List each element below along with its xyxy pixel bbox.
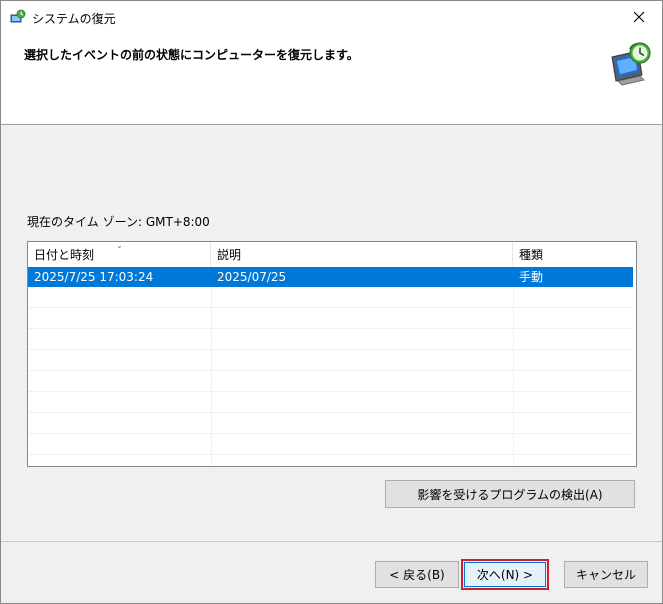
list-header: ⌄ 日付と時刻 説明 種類 xyxy=(28,242,636,266)
cell-type: 手動 xyxy=(519,270,544,284)
column-header-datetime[interactable]: ⌄ 日付と時刻 xyxy=(28,242,211,266)
footer-separator xyxy=(1,541,662,542)
close-icon xyxy=(633,11,645,23)
empty-row xyxy=(28,309,633,329)
scan-affected-programs-button[interactable]: 影響を受けるプログラムの検出(A) xyxy=(385,480,635,508)
close-button[interactable] xyxy=(616,1,662,33)
computer-restore-icon xyxy=(611,42,651,86)
empty-row xyxy=(28,372,633,392)
empty-row xyxy=(28,393,633,413)
column-header-label: 日付と時刻 xyxy=(34,248,95,262)
column-header-description[interactable]: 説明 xyxy=(211,242,513,266)
button-label: 次へ(N) > xyxy=(476,568,534,582)
window-title: システムの復元 xyxy=(32,12,116,26)
button-label: < 戻る(B) xyxy=(389,568,445,582)
instruction-text: 選択したイベントの前の状態にコンピューターを復元します。 xyxy=(24,48,359,62)
sort-down-icon: ⌄ xyxy=(116,241,123,250)
empty-row xyxy=(28,414,633,434)
empty-row xyxy=(28,288,633,308)
table-row[interactable]: 2025/7/25 17:03:24 2025/07/25 手動 xyxy=(28,267,633,287)
column-header-label: 種類 xyxy=(519,248,544,262)
restore-point-list[interactable]: ⌄ 日付と時刻 説明 種類 2025/7/25 17:03:24 2025/07… xyxy=(27,241,637,467)
timezone-label: 現在のタイム ゾーン: GMT+8:00 xyxy=(27,215,210,229)
empty-row xyxy=(28,330,633,350)
back-button[interactable]: < 戻る(B) xyxy=(375,561,459,588)
title-bar: システムの復元 xyxy=(1,1,662,33)
button-label: キャンセル xyxy=(575,568,636,582)
empty-row xyxy=(28,351,633,371)
next-button[interactable]: 次へ(N) > xyxy=(461,559,549,590)
button-label: 影響を受けるプログラムの検出(A) xyxy=(417,487,603,502)
cell-description: 2025/07/25 xyxy=(217,270,287,284)
system-restore-icon xyxy=(10,9,26,23)
system-restore-window: システムの復元 選択したイベントの前の状態にコンピューターを復元します。 現在の… xyxy=(0,0,663,604)
wizard-header: 選択したイベントの前の状態にコンピューターを復元します。 xyxy=(1,33,662,125)
cell-datetime: 2025/7/25 17:03:24 xyxy=(34,270,154,284)
column-header-type[interactable]: 種類 xyxy=(513,242,636,266)
column-header-label: 説明 xyxy=(217,248,242,262)
empty-row xyxy=(28,435,633,455)
cancel-button[interactable]: キャンセル xyxy=(564,561,648,588)
